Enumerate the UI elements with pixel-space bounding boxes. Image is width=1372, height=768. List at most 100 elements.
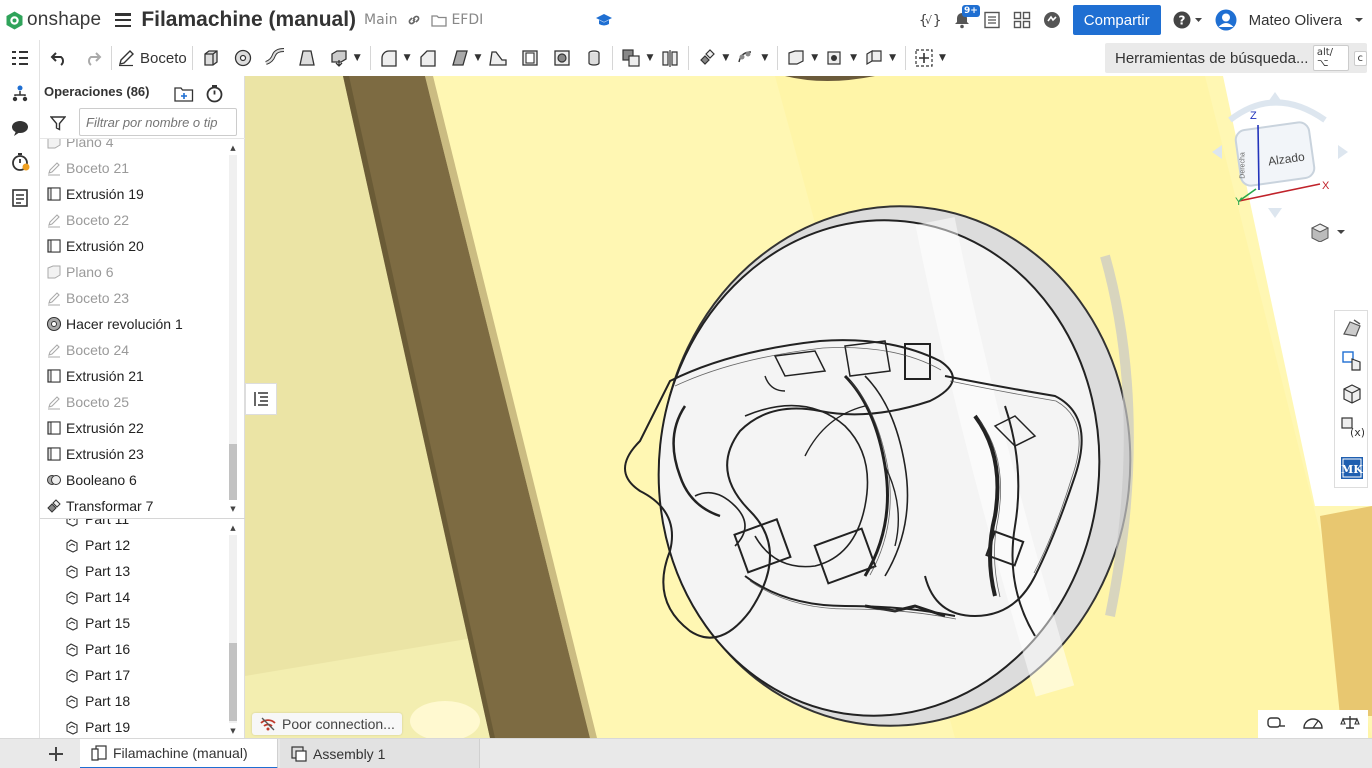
feature-item[interactable]: Boceto 23 bbox=[40, 285, 183, 311]
mate-connector-tool-icon[interactable] bbox=[822, 43, 848, 73]
part-item[interactable]: Part 12 bbox=[40, 532, 130, 558]
feature-item[interactable]: Extrusión 22 bbox=[40, 415, 183, 441]
chamfer-tool-icon[interactable] bbox=[415, 43, 441, 73]
sketch-button[interactable]: Boceto bbox=[117, 43, 187, 73]
add-tab-plus-icon[interactable] bbox=[47, 745, 65, 767]
graphics-viewport[interactable]: Alzado Derecha Z X Y bbox=[245, 76, 1372, 738]
scrollbar-thumb[interactable] bbox=[229, 444, 237, 500]
part-item[interactable]: Part 18 bbox=[40, 688, 130, 714]
user-name[interactable]: Mateo Olivera bbox=[1249, 12, 1342, 29]
protractor-icon[interactable] bbox=[1302, 714, 1324, 734]
scroll-up-arrow-icon[interactable]: ▲ bbox=[229, 144, 237, 152]
help-icon[interactable]: ? bbox=[1173, 11, 1203, 29]
document-title[interactable]: Filamachine (manual) bbox=[141, 8, 356, 32]
connection-status[interactable]: Poor connection... bbox=[252, 713, 402, 735]
view-cube[interactable]: Alzado Derecha Z X Y bbox=[1210, 90, 1350, 220]
revolve-tool-icon[interactable] bbox=[230, 43, 256, 73]
hole-tool-icon[interactable] bbox=[549, 43, 575, 73]
chevron-down-icon[interactable]: ▼ bbox=[850, 53, 857, 63]
rib-tool-icon[interactable] bbox=[485, 43, 511, 73]
feature-item[interactable]: Boceto 21 bbox=[40, 155, 183, 181]
chevron-down-icon[interactable]: ▼ bbox=[889, 53, 896, 63]
notifications-bell-icon[interactable]: 9+ bbox=[953, 5, 980, 29]
folder-label[interactable]: EFDI bbox=[451, 12, 483, 28]
scroll-down-arrow-icon[interactable]: ▼ bbox=[229, 727, 237, 735]
app-store-icon[interactable] bbox=[1043, 11, 1061, 29]
user-avatar-icon[interactable] bbox=[1215, 9, 1237, 31]
apps-grid-icon[interactable] bbox=[1013, 11, 1031, 29]
feature-item[interactable]: Transformar 7 bbox=[40, 493, 183, 515]
scrollbar-thumb[interactable] bbox=[229, 643, 237, 721]
part-item[interactable]: Part 19 bbox=[40, 714, 130, 738]
mass-properties-icon[interactable] bbox=[1339, 381, 1365, 407]
comments-icon[interactable] bbox=[8, 116, 32, 140]
folder-icon[interactable] bbox=[431, 14, 448, 27]
part-item[interactable]: Part 17 bbox=[40, 662, 130, 688]
parts-list-scrollbar[interactable] bbox=[229, 535, 237, 723]
chevron-down-icon[interactable]: ▼ bbox=[761, 53, 768, 63]
chevron-down-icon[interactable]: ▼ bbox=[811, 53, 818, 63]
sweep-tool-icon[interactable] bbox=[262, 43, 288, 73]
transform-tool-icon[interactable] bbox=[694, 43, 720, 73]
instances-icon[interactable] bbox=[8, 82, 32, 106]
scale-balance-icon[interactable] bbox=[1340, 714, 1360, 734]
redo-icon[interactable] bbox=[80, 43, 106, 73]
cylinder-tool-icon[interactable] bbox=[581, 43, 607, 73]
variables-function-icon[interactable]: (x) bbox=[1339, 414, 1365, 440]
timer-alert-icon[interactable] bbox=[8, 150, 32, 174]
feature-list-scrollbar[interactable] bbox=[229, 155, 237, 500]
feature-item[interactable]: Plano 6 bbox=[40, 259, 183, 285]
thicken-tool-icon[interactable] bbox=[326, 43, 352, 73]
chevron-down-icon[interactable]: ▼ bbox=[354, 53, 361, 63]
undo-icon[interactable] bbox=[46, 43, 72, 73]
feature-item[interactable]: Booleano 6 bbox=[40, 467, 183, 493]
feature-item[interactable]: Hacer revolución 1 bbox=[40, 311, 183, 337]
chevron-down-icon[interactable]: ▼ bbox=[939, 53, 946, 63]
bill-of-materials-icon[interactable] bbox=[8, 186, 32, 210]
filter-funnel-icon[interactable] bbox=[49, 115, 67, 135]
feature-item[interactable]: Extrusión 23 bbox=[40, 441, 183, 467]
view-cube-side-face[interactable]: Derecha bbox=[1240, 152, 1247, 178]
tape-measure-icon[interactable] bbox=[1266, 714, 1286, 734]
menu-hamburger-icon[interactable] bbox=[115, 13, 132, 27]
draft-tool-icon[interactable] bbox=[447, 43, 473, 73]
branch-label[interactable]: Main bbox=[364, 12, 397, 28]
user-menu-chevron-icon[interactable] bbox=[1354, 16, 1364, 24]
variables-icon[interactable]: {√} bbox=[919, 11, 941, 29]
pattern-tool-icon[interactable] bbox=[733, 43, 759, 73]
shell-tool-icon[interactable] bbox=[517, 43, 543, 73]
chevron-down-icon[interactable]: ▼ bbox=[404, 53, 411, 63]
chevron-down-icon[interactable]: ▼ bbox=[475, 53, 482, 63]
fillet-tool-icon[interactable] bbox=[376, 43, 402, 73]
extrude-tool-icon[interactable] bbox=[198, 43, 224, 73]
plane-tool-icon[interactable] bbox=[783, 43, 809, 73]
add-folder-icon[interactable] bbox=[174, 85, 194, 106]
checklist-icon[interactable] bbox=[983, 11, 1001, 29]
split-tool-icon[interactable] bbox=[657, 43, 683, 73]
chevron-down-icon[interactable]: ▼ bbox=[646, 53, 653, 63]
scroll-down-arrow-icon[interactable]: ▼ bbox=[229, 505, 237, 513]
feature-item[interactable]: Boceto 22 bbox=[40, 207, 183, 233]
view-options-cube-icon[interactable] bbox=[1310, 222, 1345, 246]
part-item[interactable]: Part 14 bbox=[40, 584, 130, 610]
feature-item[interactable]: Extrusión 21 bbox=[40, 363, 183, 389]
rollback-timer-icon[interactable] bbox=[205, 84, 224, 107]
feature-item[interactable]: Boceto 24 bbox=[40, 337, 183, 363]
feature-filter-input[interactable] bbox=[79, 108, 237, 136]
part-item[interactable]: Part 16 bbox=[40, 636, 130, 662]
tab-part-studio[interactable]: Filamachine (manual) bbox=[80, 739, 278, 768]
sheet-metal-tool-icon[interactable] bbox=[861, 43, 887, 73]
search-tools-field[interactable]: Herramientas de búsqueda... alt/⌥ c bbox=[1105, 43, 1367, 73]
boolean-tool-icon[interactable] bbox=[618, 43, 644, 73]
feature-item[interactable]: Extrusión 19 bbox=[40, 181, 183, 207]
mk-app-icon[interactable]: MK bbox=[1339, 455, 1365, 481]
feature-item[interactable]: Boceto 25 bbox=[40, 389, 183, 415]
chevron-down-icon[interactable]: ▼ bbox=[722, 53, 729, 63]
tab-assembly[interactable]: Assembly 1 bbox=[280, 739, 480, 768]
link-icon[interactable] bbox=[407, 13, 421, 27]
onshape-logo[interactable]: onshape bbox=[6, 9, 101, 31]
appearance-icon[interactable] bbox=[1339, 315, 1365, 341]
scroll-up-arrow-icon[interactable]: ▲ bbox=[229, 524, 237, 532]
feature-item[interactable]: Extrusión 20 bbox=[40, 233, 183, 259]
part-item[interactable]: Part 15 bbox=[40, 610, 130, 636]
